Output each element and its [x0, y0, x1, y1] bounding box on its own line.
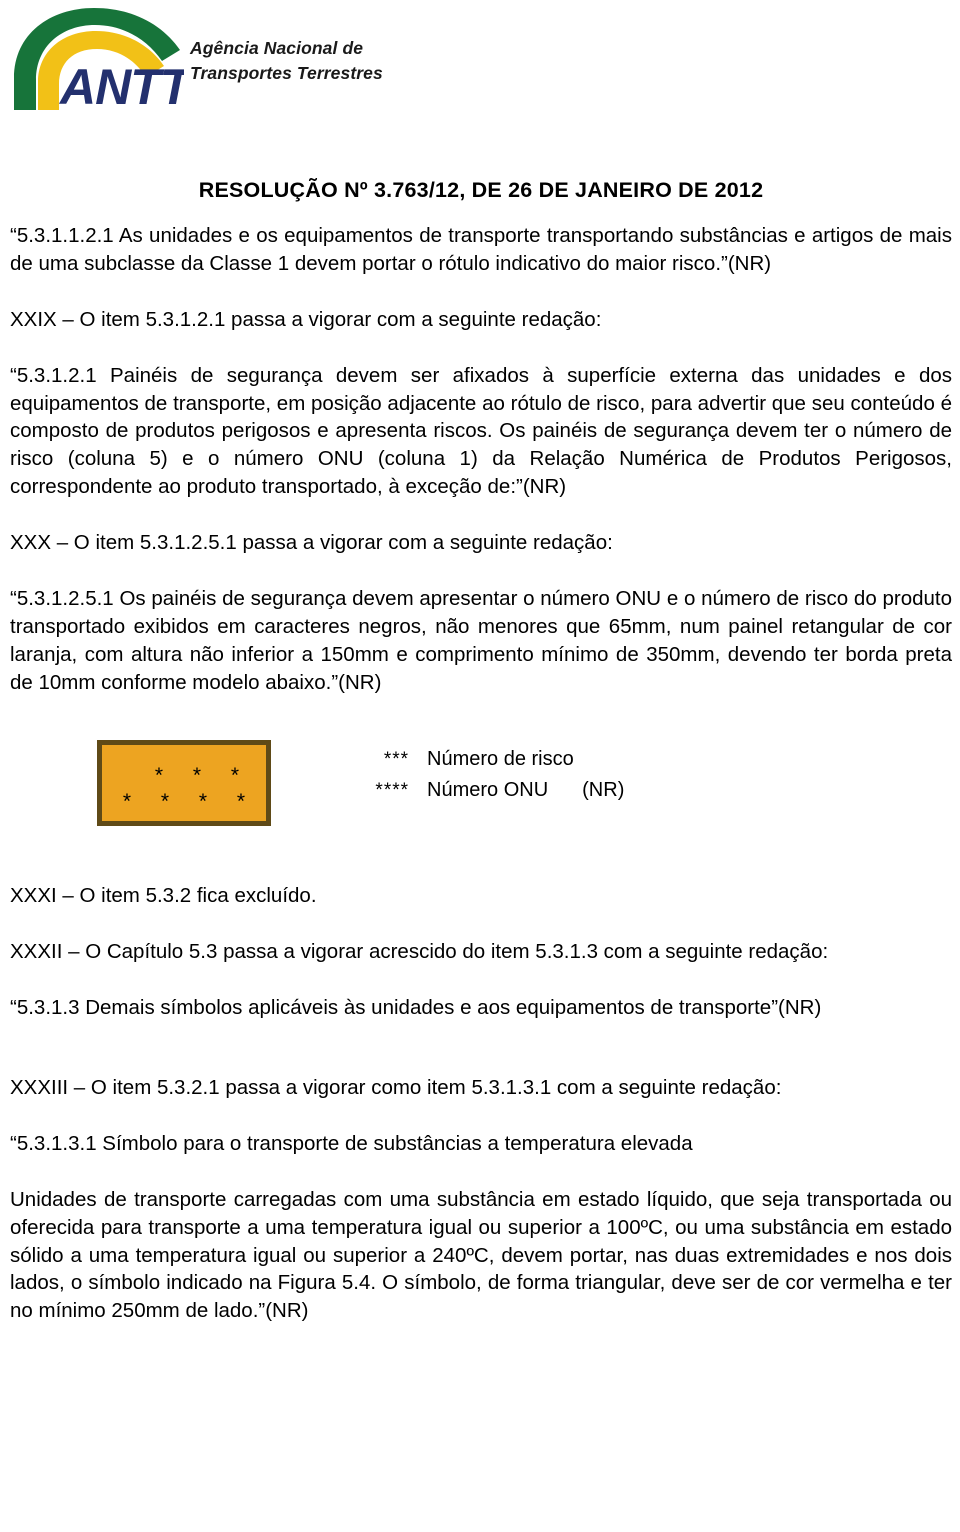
- paragraph-5-3-1-1-2-1: “5.3.1.1.2.1 As unidades e os equipament…: [10, 224, 952, 275]
- legend-nr-un: (NR): [582, 779, 625, 802]
- legend-stars-un: ****: [375, 780, 409, 802]
- paragraph-5-3-1-2-5-1: “5.3.1.2.5.1 Os painéis de segurança dev…: [10, 586, 952, 694]
- legend-line-un: **** Número ONU (NR): [347, 775, 624, 806]
- safety-placard-figure: * * * * * * * *** Número de risco **** N…: [10, 740, 952, 844]
- orange-placard: * * * * * * *: [97, 740, 271, 827]
- placard-un-number-stars: * * * *: [122, 790, 258, 814]
- page-header: ANTT Agência Nacional de Transportes Ter…: [0, 0, 960, 118]
- legend-label-un: Número ONU: [427, 779, 549, 802]
- paragraph-item-xxxi: XXXI – O item 5.3.2 fica excluído.: [10, 884, 317, 908]
- legend-label-risk: Número de risco: [427, 748, 574, 771]
- paragraph-high-temperature: Unidades de transporte carregadas com um…: [10, 1187, 952, 1323]
- paragraph-5-3-1-3-1: “5.3.1.3.1 Símbolo para o transporte de …: [10, 1131, 693, 1155]
- logo-wordmark-text: ANTT: [58, 59, 184, 110]
- legend-line-risk: *** Número de risco: [347, 744, 624, 775]
- paragraph-item-xxxii: XXXII – O Capítulo 5.3 passa a vigorar a…: [10, 940, 829, 964]
- antt-logo: ANTT: [12, 6, 184, 110]
- document-title: RESOLUÇÃO Nº 3.763/12, DE 26 DE JANEIRO …: [198, 178, 764, 202]
- paragraph-item-xxix: XXIX – O item 5.3.1.2.1 passa a vigorar …: [10, 307, 602, 331]
- paragraph-item-xxx: XXX – O item 5.3.1.2.5.1 passa a vigorar…: [10, 531, 613, 554]
- paragraph-5-3-1-2-1: “5.3.1.2.1 Painéis de segurança devem se…: [10, 363, 952, 499]
- document-content: “5.3.1.1.2.1 As unidades e os equipament…: [10, 222, 952, 1325]
- legend-stars-risk: ***: [383, 749, 409, 771]
- agency-name: Agência Nacional de Transportes Terrestr…: [190, 38, 383, 84]
- paragraph-5-3-1-3: “5.3.1.3 Demais símbolos aplicáveis às u…: [10, 996, 822, 1020]
- placard-risk-number-stars: * * *: [154, 764, 252, 788]
- placard-legend: *** Número de risco **** Número ONU (NR): [347, 744, 624, 806]
- antt-logo-graphic: ANTT: [14, 8, 184, 110]
- paragraph-item-xxxiii: XXXIII – O item 5.3.2.1 passa a vigorar …: [10, 1076, 782, 1099]
